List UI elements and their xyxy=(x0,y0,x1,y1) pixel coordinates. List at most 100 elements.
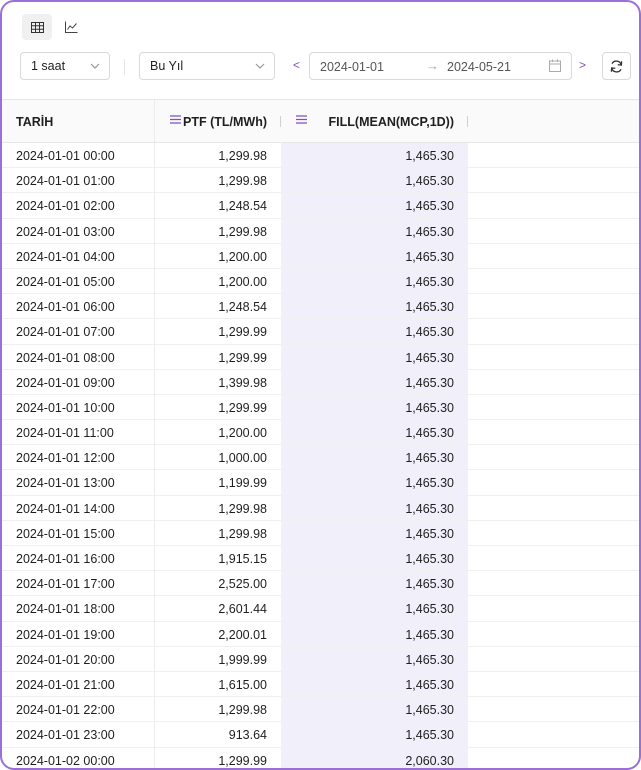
cell-date: 2024-01-01 05:00 xyxy=(16,274,115,289)
table-row[interactable]: 2024-01-01 01:00 1,299.98 1,465.30 xyxy=(2,168,639,194)
table-view-button[interactable] xyxy=(22,14,52,40)
table-header: TARİH PTF (TL/MWh) FILL(MEAN(MCP,1D)) xyxy=(2,99,639,143)
table-row[interactable]: 2024-01-01 21:00 1,615.00 1,465.30 xyxy=(2,671,639,698)
line-chart-icon xyxy=(64,21,77,33)
app-frame: 1 saat Bu Yıl < 2024-01-01 → 2024-05-21 … xyxy=(0,0,641,770)
previous-range-button[interactable]: < xyxy=(293,58,300,72)
table-row[interactable]: 2024-01-01 04:00 1,200.00 1,465.30 xyxy=(2,243,639,269)
cell-ptf: 1,299.99 xyxy=(218,753,267,768)
cell-date: 2024-01-01 08:00 xyxy=(16,350,115,365)
interval-select[interactable]: 1 saat xyxy=(20,52,110,80)
table-row[interactable]: 2024-01-01 16:00 1,915.15 1,465.30 xyxy=(2,546,639,572)
period-select[interactable]: Bu Yıl xyxy=(139,52,275,80)
cell-date: 2024-01-01 10:00 xyxy=(16,400,115,415)
table-row[interactable]: 2024-01-01 10:00 1,299.99 1,465.30 xyxy=(2,394,639,421)
next-range-button[interactable]: > xyxy=(579,58,586,72)
cell-date: 2024-01-01 23:00 xyxy=(16,728,115,743)
table-row[interactable]: 2024-01-01 05:00 1,200.00 1,465.30 xyxy=(2,268,639,295)
cell-ptf: 2,601.44 xyxy=(218,602,267,617)
table-icon xyxy=(30,21,44,33)
date-from-input[interactable]: 2024-01-01 xyxy=(320,60,384,74)
cell-ptf: 1,248.54 xyxy=(218,300,267,315)
cell-fill-mean: 1,465.30 xyxy=(405,149,454,163)
cell-date: 2024-01-01 18:00 xyxy=(16,602,115,617)
date-to-input[interactable]: 2024-05-21 xyxy=(447,60,511,74)
table-row[interactable]: 2024-01-01 14:00 1,299.98 1,465.30 xyxy=(2,495,639,521)
chart-view-button[interactable] xyxy=(56,14,86,40)
table-row[interactable]: 2024-01-01 23:00 913.64 1,465.30 xyxy=(2,722,639,748)
cell-ptf: 1,299.99 xyxy=(218,325,267,340)
cell-date: 2024-01-01 17:00 xyxy=(16,577,115,592)
cell-fill-mean: 1,465.30 xyxy=(405,400,454,415)
table-row[interactable]: 2024-01-01 18:00 2,601.44 1,465.30 xyxy=(2,596,639,622)
table-row[interactable]: 2024-01-01 13:00 1,199.99 1,465.30 xyxy=(2,470,639,496)
cell-ptf: 1,299.98 xyxy=(218,526,267,541)
chevron-down-icon xyxy=(90,63,100,69)
cell-fill-mean: 1,465.30 xyxy=(405,224,454,239)
table-row[interactable]: 2024-01-01 19:00 2,200.01 1,465.30 xyxy=(2,621,639,647)
period-value: Bu Yıl xyxy=(150,59,184,73)
cell-ptf: 1,200.00 xyxy=(218,249,267,264)
cell-ptf: 1,399.98 xyxy=(218,375,267,390)
table-row[interactable]: 2024-01-01 00:00 1,299.98 1,465.30 xyxy=(2,143,639,169)
cell-fill-mean: 1,465.30 xyxy=(405,426,454,441)
cell-fill-mean: 1,465.30 xyxy=(405,249,454,264)
table-row[interactable]: 2024-01-01 11:00 1,200.00 1,465.30 xyxy=(2,420,639,446)
column-header-date[interactable]: TARİH xyxy=(16,100,53,143)
range-arrow-icon: → xyxy=(426,58,439,73)
chevron-down-icon xyxy=(255,63,265,69)
cell-date: 2024-01-01 22:00 xyxy=(16,703,115,718)
toolbar-divider xyxy=(124,59,125,75)
table-row[interactable]: 2024-01-01 06:00 1,248.54 1,465.30 xyxy=(2,294,639,320)
interval-value: 1 saat xyxy=(31,59,66,73)
cell-ptf: 2,525.00 xyxy=(218,577,267,592)
date-range-picker[interactable]: 2024-01-01 → 2024-05-21 xyxy=(309,52,572,80)
cell-fill-mean: 1,465.30 xyxy=(405,274,454,289)
cell-date: 2024-01-01 03:00 xyxy=(16,224,115,239)
cell-fill-mean: 1,465.30 xyxy=(405,652,454,667)
cell-ptf: 1,915.15 xyxy=(218,552,267,566)
cell-date: 2024-01-01 12:00 xyxy=(16,451,115,466)
cell-date: 2024-01-01 19:00 xyxy=(16,627,115,642)
data-table: TARİH PTF (TL/MWh) FILL(MEAN(MCP,1D)) 20… xyxy=(2,99,639,768)
cell-date: 2024-01-01 00:00 xyxy=(16,149,115,163)
cell-fill-mean: 1,465.30 xyxy=(405,677,454,692)
table-row[interactable]: 2024-01-01 02:00 1,248.54 1,465.30 xyxy=(2,193,639,219)
cell-date: 2024-01-01 07:00 xyxy=(16,325,115,340)
table-row[interactable]: 2024-01-02 00:00 1,299.99 2,060.30 xyxy=(2,747,639,768)
table-row[interactable]: 2024-01-01 22:00 1,299.98 1,465.30 xyxy=(2,697,639,723)
cell-date: 2024-01-01 20:00 xyxy=(16,652,115,667)
cell-date: 2024-01-01 02:00 xyxy=(16,199,115,214)
table-row[interactable]: 2024-01-01 17:00 2,525.00 1,465.30 xyxy=(2,571,639,597)
column-header-ptf[interactable]: PTF (TL/MWh) xyxy=(154,100,281,143)
table-row[interactable]: 2024-01-01 15:00 1,299.98 1,465.30 xyxy=(2,520,639,546)
table-row[interactable]: 2024-01-01 12:00 1,000.00 1,465.30 xyxy=(2,445,639,471)
cell-fill-mean: 1,465.30 xyxy=(405,577,454,592)
column-header-fill-mean[interactable]: FILL(MEAN(MCP,1D)) xyxy=(281,100,468,143)
cell-date: 2024-01-01 16:00 xyxy=(16,552,115,566)
table-row[interactable]: 2024-01-01 09:00 1,399.98 1,465.30 xyxy=(2,369,639,395)
toolbar: 1 saat Bu Yıl < 2024-01-01 → 2024-05-21 … xyxy=(2,52,639,82)
cell-date: 2024-01-01 15:00 xyxy=(16,526,115,541)
refresh-button[interactable] xyxy=(602,52,631,80)
cell-fill-mean: 1,465.30 xyxy=(405,350,454,365)
refresh-icon xyxy=(610,59,623,73)
table-row[interactable]: 2024-01-01 07:00 1,299.99 1,465.30 xyxy=(2,319,639,345)
cell-date: 2024-01-01 04:00 xyxy=(16,249,115,264)
cell-ptf: 913.64 xyxy=(228,728,267,743)
cell-fill-mean: 1,465.30 xyxy=(405,174,454,189)
cell-ptf: 1,299.98 xyxy=(218,149,267,163)
cell-fill-mean: 1,465.30 xyxy=(405,526,454,541)
cell-fill-mean: 1,465.30 xyxy=(405,300,454,315)
cell-ptf: 2,200.01 xyxy=(218,627,267,642)
cell-date: 2024-01-01 11:00 xyxy=(16,426,114,441)
cell-ptf: 1,199.99 xyxy=(218,476,267,491)
table-row[interactable]: 2024-01-01 08:00 1,299.99 1,465.30 xyxy=(2,344,639,370)
table-row[interactable]: 2024-01-01 20:00 1,999.99 1,465.30 xyxy=(2,646,639,672)
cell-date: 2024-01-01 09:00 xyxy=(16,375,115,390)
cell-ptf: 1,615.00 xyxy=(218,677,267,692)
cell-date: 2024-01-01 06:00 xyxy=(16,300,115,315)
table-row[interactable]: 2024-01-01 03:00 1,299.98 1,465.30 xyxy=(2,218,639,244)
cell-date: 2024-01-01 21:00 xyxy=(16,677,115,692)
cell-ptf: 1,200.00 xyxy=(218,274,267,289)
